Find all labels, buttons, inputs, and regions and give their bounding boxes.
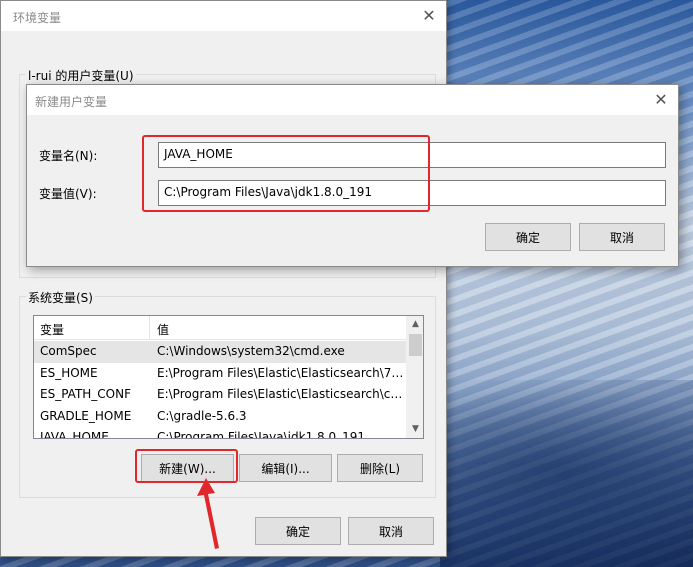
- close-icon[interactable]: ✕: [420, 7, 438, 25]
- row-variable-value: E:\Program Files\Elastic\Elasticsearch\7…: [157, 365, 405, 380]
- dialog-ok-button[interactable]: 确定: [485, 223, 571, 251]
- scrollbar-thumb[interactable]: [409, 334, 422, 356]
- dialog-cancel-button[interactable]: 取消: [579, 223, 665, 251]
- row-variable-name: ComSpec: [40, 344, 97, 358]
- highlight-box-fields: [142, 135, 430, 212]
- row-variable-value: E:\Program Files\Elastic\Elasticsearch\c…: [157, 387, 405, 401]
- variable-value-label: 变量值(V):: [39, 187, 97, 201]
- variable-name-label: 变量名(N):: [39, 149, 98, 163]
- cancel-button[interactable]: 取消: [348, 517, 434, 545]
- table-row[interactable]: JAVA_HOME C:\Program Files\Java\jdk1.8.0…: [34, 427, 407, 439]
- row-variable-name: GRADLE_HOME: [40, 408, 132, 423]
- red-arrow-icon: [197, 478, 219, 549]
- chevron-down-icon[interactable]: ▼: [407, 421, 423, 438]
- chevron-up-icon[interactable]: ▲: [407, 316, 423, 333]
- row-variable-value: C:\Program Files\Java\jdk1.8.0_191: [157, 430, 366, 439]
- row-variable-name: ES_HOME: [40, 365, 98, 380]
- table-row[interactable]: ComSpec C:\Windows\system32\cmd.exe: [34, 341, 407, 363]
- delete-system-variable-button[interactable]: 删除(L): [337, 454, 423, 482]
- ok-button[interactable]: 确定: [255, 517, 341, 545]
- system-variables-list[interactable]: 变量 值 ComSpec C:\Windows\system32\cmd.exe…: [33, 315, 424, 439]
- desktop-dune-shadow: [440, 380, 693, 567]
- list-rows: ComSpec C:\Windows\system32\cmd.exe ES_H…: [34, 341, 407, 439]
- user-variables-label: l-rui 的用户变量(U): [26, 67, 136, 84]
- main-window-title: 环境变量: [13, 11, 62, 25]
- row-variable-name: ES_PATH_CONF: [40, 387, 132, 401]
- close-icon[interactable]: ✕: [652, 91, 670, 109]
- list-header: 变量 值: [34, 316, 407, 340]
- list-scrollbar[interactable]: ▲ ▼: [406, 316, 423, 438]
- row-variable-value: C:\Windows\system32\cmd.exe: [157, 344, 345, 358]
- edit-system-variable-button[interactable]: 编辑(I)...: [239, 454, 332, 482]
- main-titlebar: 环境变量 ✕: [1, 1, 446, 31]
- column-separator[interactable]: [149, 316, 150, 340]
- table-row[interactable]: ES_HOME E:\Program Files\Elastic\Elastic…: [34, 363, 407, 385]
- row-variable-value: C:\gradle-5.6.3: [157, 408, 247, 423]
- column-header-variable[interactable]: 变量: [40, 321, 64, 338]
- column-header-value[interactable]: 值: [157, 321, 169, 338]
- table-row[interactable]: ES_PATH_CONF E:\Program Files\Elastic\El…: [34, 384, 407, 406]
- table-row[interactable]: GRADLE_HOME C:\gradle-5.6.3: [34, 406, 407, 428]
- dialog-titlebar: 新建用户变量 ✕: [27, 85, 678, 115]
- system-variables-label: 系统变量(S): [26, 289, 95, 306]
- row-variable-name: JAVA_HOME: [40, 430, 109, 439]
- dialog-title: 新建用户变量: [35, 95, 108, 109]
